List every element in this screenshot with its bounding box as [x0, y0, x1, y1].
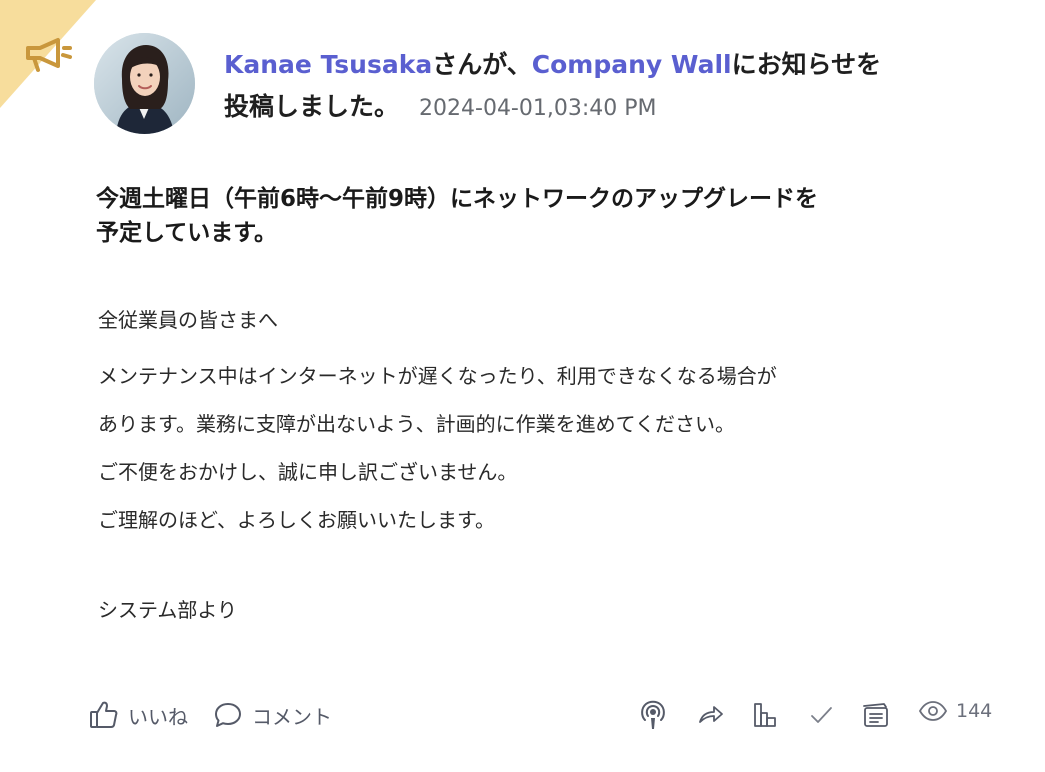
view-count: 144 [918, 690, 992, 732]
view-count-number: 144 [956, 700, 993, 722]
author-link[interactable]: Kanae Tsusaka [224, 50, 432, 79]
confirm-button[interactable] [802, 695, 840, 735]
header-line-2: 投稿しました。 2024-04-01,03:40 PM [224, 86, 924, 130]
notes-button[interactable] [857, 695, 895, 735]
post-timestamp: 2024-04-01,03:40 PM [419, 96, 657, 121]
share-button[interactable] [692, 695, 730, 735]
bar-chart-icon [754, 703, 776, 727]
body-line-1: メンテナンス中はインターネットが遅くなったり、利用できなくなる場合が [98, 364, 777, 388]
post-header: Kanae Tsusakaさんが、Company Wallにお知らせを 投稿しま… [224, 44, 924, 130]
body-signature: システム部より [98, 598, 237, 622]
post-card: Kanae Tsusakaさんが、Company Wallにお知らせを 投稿しま… [0, 0, 1045, 772]
like-button[interactable]: いいね [88, 690, 188, 740]
author-suffix: さんが、 [432, 50, 532, 79]
author-avatar[interactable] [94, 33, 195, 134]
body-line-4: ご理解のほど、よろしくお願いいたします。 [98, 508, 495, 532]
post-footer: いいね コメント 144 [0, 690, 1045, 740]
post-title: 今週土曜日（午前6時〜午前9時）にネットワークのアップグレードを 予定しています… [96, 182, 916, 250]
comment-button[interactable]: コメント [212, 690, 332, 740]
post-body: 全従業員の皆さまへ メンテナンス中はインターネットが遅くなったり、利用できなくな… [98, 300, 918, 638]
comment-label: コメント [252, 704, 332, 729]
body-greeting: 全従業員の皆さまへ [98, 308, 278, 332]
title-line-2: 予定しています。 [96, 220, 278, 246]
header-line-1: Kanae Tsusakaさんが、Company Wallにお知らせを [224, 44, 924, 86]
like-label: いいね [128, 704, 188, 729]
body-line-2: あります。業務に支障が出ないよう、計画的に作業を進めてください。 [98, 412, 735, 436]
notes-icon [863, 703, 888, 727]
thumbs-up-icon [90, 701, 118, 728]
wall-link[interactable]: Company Wall [532, 50, 732, 79]
megaphone-icon [26, 38, 72, 72]
podcast-icon [641, 700, 665, 729]
speech-bubble-icon [215, 703, 241, 727]
eye-icon [918, 701, 948, 721]
checkmark-icon [811, 707, 832, 723]
body-line-3: ご不便をおかけし、誠に申し訳ございません。 [98, 460, 518, 484]
title-line-1: 今週土曜日（午前6時〜午前9時）にネットワークのアップグレードを [96, 186, 819, 212]
broadcast-button[interactable] [634, 695, 672, 735]
action-text: にお知らせを [731, 50, 882, 79]
action-text-2: 投稿しました。 [224, 92, 400, 121]
stats-button[interactable] [746, 695, 784, 735]
share-arrow-icon [699, 706, 723, 723]
